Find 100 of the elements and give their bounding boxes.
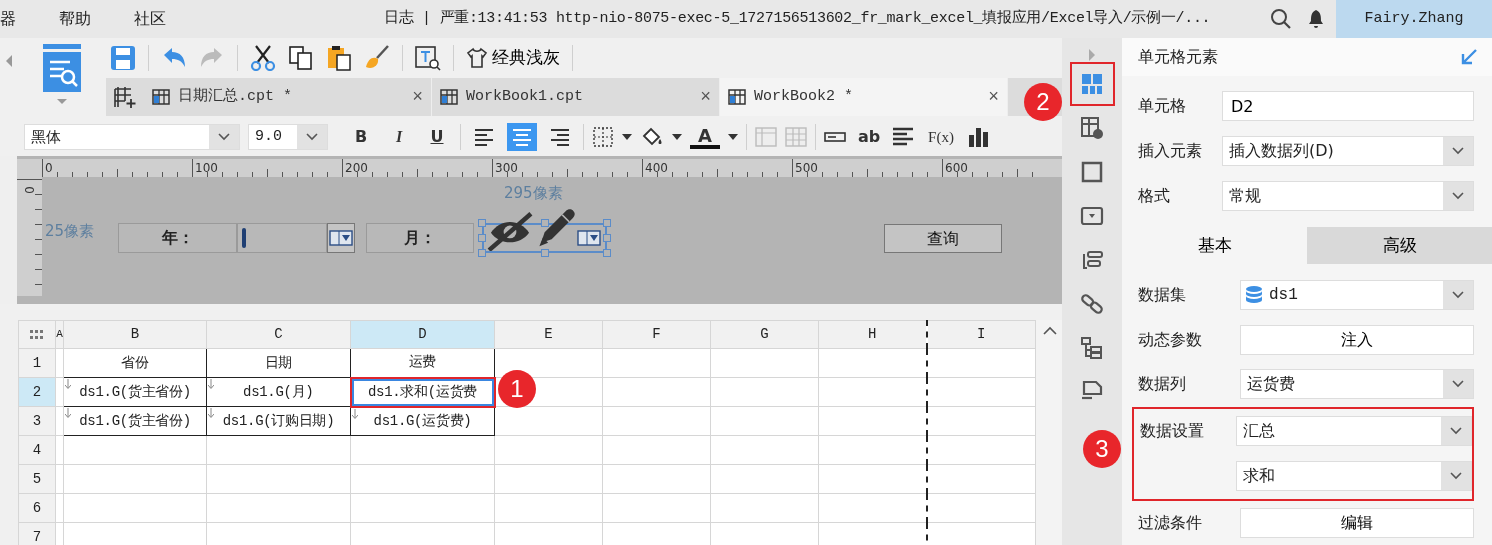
ruler-label: 500	[795, 160, 818, 177]
file-tab[interactable]: WorkBook2 * ×	[720, 78, 1008, 116]
ruler-label: 600	[945, 160, 968, 177]
field-label: 格式	[1138, 185, 1171, 208]
column-header[interactable]: D	[350, 320, 495, 349]
caret-icon	[1452, 192, 1464, 201]
ruler-label: 300	[495, 160, 518, 177]
row-header[interactable]: 7	[18, 522, 56, 545]
border-icon[interactable]	[592, 126, 614, 148]
file-tab[interactable]: 日期汇总.cpt * ×	[144, 78, 432, 116]
dropdown-icon	[577, 230, 601, 246]
text-field-icon[interactable]	[824, 131, 846, 143]
row-header[interactable]: 4	[18, 435, 56, 465]
hidden-eye-icon[interactable]	[487, 211, 533, 251]
save-icon[interactable]	[110, 45, 136, 71]
select-field[interactable]: 汇总	[1236, 416, 1472, 446]
select-field[interactable]: 常规	[1222, 181, 1474, 212]
action-button[interactable]: 编辑	[1240, 507, 1474, 538]
column-header[interactable]: A	[55, 320, 64, 349]
widget-label[interactable]: 年：	[118, 223, 237, 253]
column-header[interactable]: E	[494, 320, 603, 349]
text-search-icon[interactable]	[415, 45, 441, 71]
menu-item[interactable]: 帮助	[59, 7, 91, 31]
bold-button[interactable]: B	[346, 123, 376, 151]
ruler-label: 100	[195, 160, 218, 177]
query-button[interactable]: 查询	[884, 224, 1002, 253]
resize-handle[interactable]	[540, 219, 549, 227]
panel-tab[interactable]: 高级	[1307, 226, 1492, 265]
log-message: 日志 | 严重:13:41:53 http-nio-8075-exec-5_1727156513602_fr_mark_excel_填报应用/Excel导入/示例一/...	[384, 8, 1211, 29]
cell-text: 日期	[264, 354, 293, 371]
dropdown-widget[interactable]	[327, 223, 355, 253]
scroll-up-icon[interactable]	[1042, 326, 1057, 335]
select-all-icon[interactable]	[30, 329, 44, 340]
column-header[interactable]: G	[710, 320, 819, 349]
row-header[interactable]: 1	[18, 348, 56, 378]
cell-text: ds1.G(订购日期)	[222, 412, 335, 429]
theme-button[interactable]: 经典浅灰	[466, 45, 560, 71]
close-icon[interactable]: ×	[988, 83, 999, 111]
user-name[interactable]: Fairy.Zhang	[1336, 0, 1492, 38]
grid-icon[interactable]	[1069, 62, 1115, 106]
search-icon[interactable]	[1270, 8, 1292, 30]
caret-icon	[1452, 291, 1464, 300]
apply-arrow-icon[interactable]	[1460, 47, 1478, 66]
column-header[interactable]: F	[602, 320, 711, 349]
field-label: 插入元素	[1138, 140, 1203, 163]
report-preview-icon[interactable]	[40, 44, 84, 106]
resize-handle[interactable]	[540, 249, 549, 257]
row-header[interactable]: 6	[18, 493, 56, 523]
align-right-icon	[549, 126, 571, 148]
cell-text: ds1.G(货主省份)	[79, 383, 191, 400]
widget-label[interactable]: 月：	[366, 223, 474, 253]
column-header[interactable]: C	[206, 320, 351, 349]
align-center-button[interactable]	[507, 123, 537, 151]
column-header[interactable]: H	[818, 320, 927, 349]
fill-bucket-icon[interactable]	[640, 126, 664, 148]
chart-icon[interactable]	[968, 127, 990, 147]
formula-button[interactable]: F(x)	[922, 123, 960, 151]
caret-icon[interactable]	[728, 134, 738, 140]
column-header[interactable]: I	[926, 320, 1036, 349]
select-field[interactable]: 运货费	[1240, 369, 1474, 400]
brush-icon[interactable]	[364, 45, 390, 71]
table-icon	[785, 127, 807, 147]
row-header[interactable]: 5	[18, 464, 56, 494]
caret-icon	[1450, 472, 1462, 480]
caret-icon	[1452, 380, 1464, 389]
expand-arrow-icon	[208, 408, 214, 418]
menu-item[interactable]: 器	[0, 7, 16, 31]
close-icon[interactable]: ×	[412, 83, 423, 111]
italic-button[interactable]: I	[384, 123, 414, 151]
text-widget[interactable]	[237, 223, 327, 253]
font-color-button[interactable]: A	[690, 125, 720, 149]
caret-icon	[306, 133, 318, 141]
add-sheet-icon[interactable]	[114, 86, 136, 108]
cell-text: ds1.求和(运货费	[368, 383, 477, 400]
paste-icon[interactable]	[326, 45, 352, 71]
close-icon[interactable]: ×	[700, 83, 711, 111]
text-cursor-icon	[242, 228, 246, 248]
dataset-select[interactable]: ds1	[1240, 280, 1474, 311]
size-select[interactable]: 9.0	[248, 124, 328, 150]
caret-icon	[1452, 147, 1464, 156]
font-select[interactable]: 黑体	[24, 124, 240, 150]
select-field[interactable]: 求和	[1236, 461, 1472, 491]
underline-button[interactable]: U	[422, 123, 452, 151]
ruler-label: 0	[45, 160, 53, 177]
text-field[interactable]: D2	[1222, 91, 1474, 122]
row-header[interactable]: 3	[18, 406, 56, 436]
copy-icon[interactable]	[288, 45, 314, 71]
select-field[interactable]: 插入数据列(D)	[1222, 136, 1474, 167]
expand-arrow-icon	[65, 408, 71, 418]
column-header[interactable]: B	[63, 320, 207, 349]
action-button[interactable]: 注入	[1240, 324, 1474, 355]
row-header[interactable]: 2	[18, 377, 56, 407]
text-tool-button[interactable]: ab	[854, 123, 884, 151]
caret-icon[interactable]	[672, 134, 682, 140]
paragraph-icon[interactable]	[892, 127, 914, 147]
bell-icon[interactable]	[1308, 9, 1324, 29]
cut-icon[interactable]	[250, 45, 276, 71]
cell-text: 运费	[408, 354, 437, 371]
menu-item[interactable]: 社区	[134, 7, 166, 31]
caret-icon[interactable]	[622, 134, 632, 140]
